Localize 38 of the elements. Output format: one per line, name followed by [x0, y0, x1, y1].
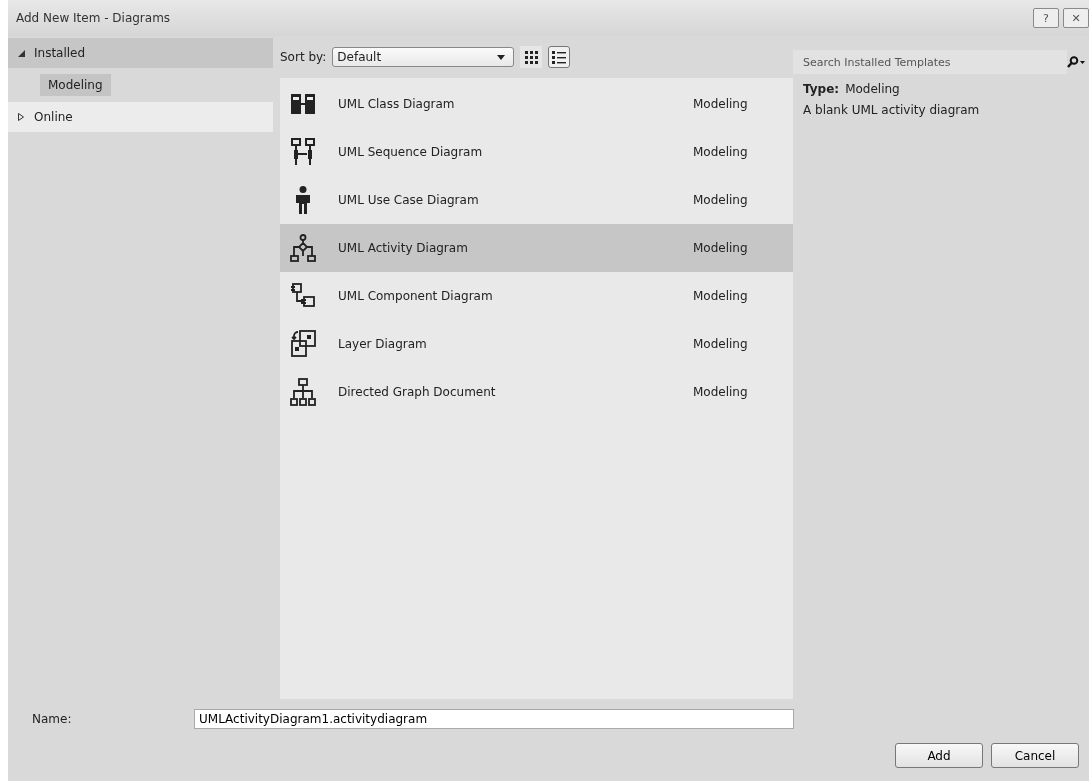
collapsed-arrow-icon [18, 113, 24, 121]
template-item[interactable]: UML Class Diagram Modeling [280, 80, 793, 128]
sort-label: Sort by: [280, 50, 327, 64]
help-button[interactable]: ? [1033, 8, 1059, 28]
layer-diagram-icon [290, 330, 316, 358]
template-description: A blank UML activity diagram [803, 103, 981, 117]
component-diagram-icon [290, 283, 316, 309]
dropdown-arrow-icon [497, 54, 506, 60]
type-value: Modeling [845, 82, 900, 96]
type-label: Type: [803, 82, 840, 96]
tree-item[interactable]: Online [8, 102, 273, 132]
add-button[interactable]: Add [895, 743, 983, 768]
template-item[interactable]: UML Use Case Diagram Modeling [280, 176, 793, 224]
person-icon [295, 186, 311, 214]
search-field[interactable]: Search Installed Templates [793, 50, 1067, 74]
list-view-button[interactable] [548, 46, 571, 68]
sequence-diagram-icon [291, 138, 315, 166]
template-item[interactable]: Layer Diagram Modeling [280, 320, 793, 368]
cancel-button[interactable]: Cancel [991, 743, 1079, 768]
tree-item[interactable]: Modeling [40, 74, 111, 96]
template-item[interactable]: UML Activity Diagram Modeling [280, 224, 793, 272]
class-diagram-icon [291, 93, 315, 115]
template-item[interactable]: UML Component Diagram Modeling [280, 272, 793, 320]
close-button[interactable]: ✕ [1063, 8, 1089, 28]
name-label: Name: [31, 712, 73, 726]
expanded-arrow-icon [18, 49, 25, 57]
grid-view-icon [523, 49, 540, 65]
template-item[interactable]: UML Sequence Diagram Modeling [280, 128, 793, 176]
name-field[interactable]: UMLActivityDiagram1.activitydiagram [194, 709, 794, 729]
search-icon [1067, 56, 1085, 68]
list-view-icon [551, 49, 568, 65]
window-title: Add New Item - Diagrams [16, 11, 171, 25]
hierarchy-icon [290, 378, 316, 406]
tree-item[interactable]: Installed [8, 38, 273, 68]
grid-view-button[interactable] [520, 46, 543, 68]
template-item[interactable]: Directed Graph Document Modeling [280, 368, 793, 416]
sort-dropdown[interactable]: Default [332, 47, 515, 67]
activity-diagram-icon [290, 234, 316, 262]
